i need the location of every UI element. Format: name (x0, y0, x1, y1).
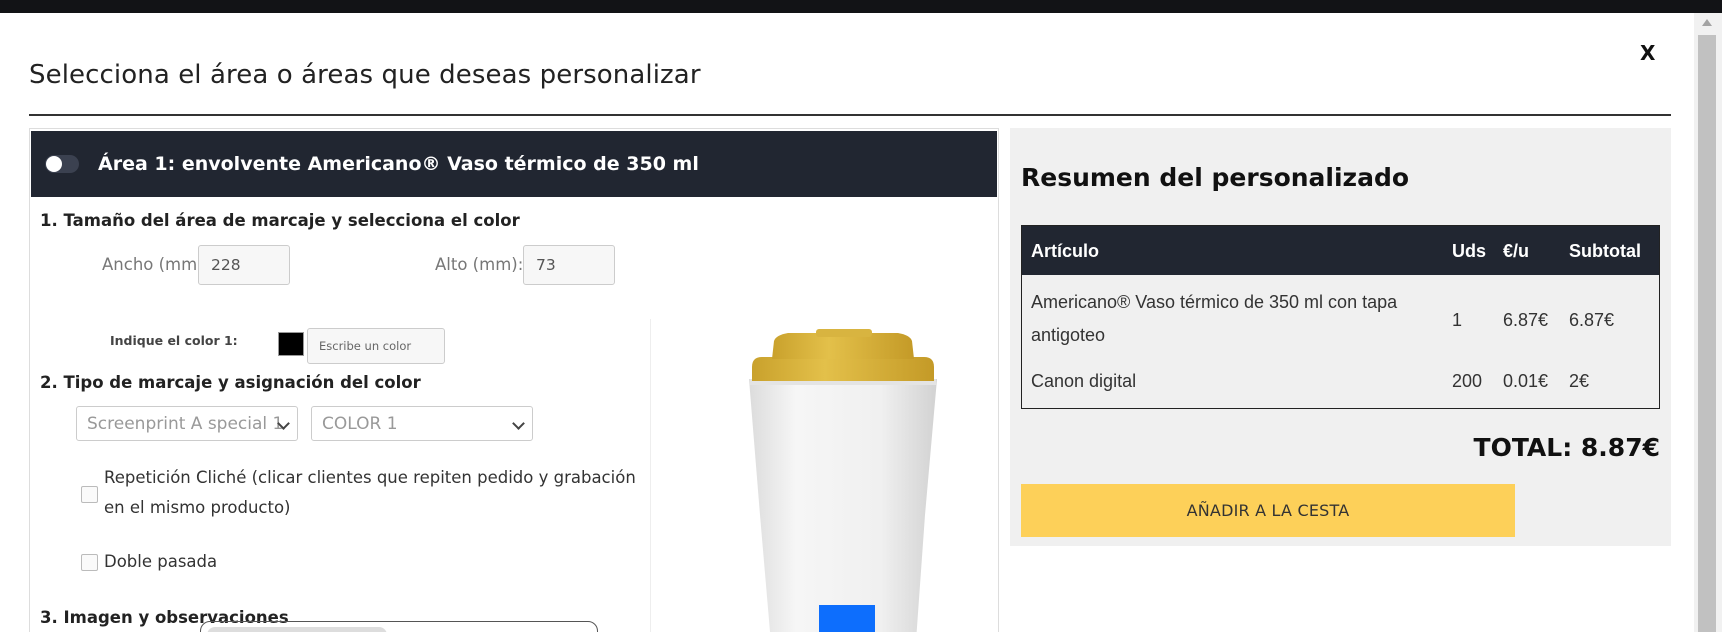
col-unit-price: €/u (1503, 241, 1530, 261)
color-text-input[interactable]: Escribe un color (307, 328, 445, 364)
row-1-units: 1 (1452, 310, 1463, 330)
width-input[interactable]: 228 (198, 245, 290, 285)
title-divider (29, 114, 1671, 116)
add-to-cart-button[interactable]: AÑADIR A LA CESTA (1021, 484, 1515, 537)
row-1-article: Americano® Vaso térmico de 350 ml con ta… (1031, 292, 1398, 345)
double-pass-checkbox[interactable] (81, 554, 98, 571)
section-size-title: 1. Tamaño del área de marcaje y seleccio… (40, 211, 520, 230)
color-assign-value: COLOR 1 (322, 413, 398, 434)
area-title: Área 1: envolvente Americano® Vaso térmi… (98, 153, 699, 175)
row-1-subtotal: 6.87€ (1569, 310, 1615, 330)
scroll-up-arrow-icon[interactable] (1702, 19, 1712, 26)
row-2-article: Canon digital (1031, 371, 1137, 391)
color-assign-select[interactable]: COLOR 1 (311, 406, 533, 441)
cup-lid-base (752, 357, 934, 381)
file-upload-field[interactable] (200, 621, 598, 632)
col-units: Uds (1452, 241, 1487, 261)
cup-lid-spout (816, 329, 872, 337)
repeat-cliche-checkbox[interactable] (81, 486, 98, 503)
marking-type-value: Screenprint A special 1 (87, 413, 284, 434)
order-total: TOTAL: 8.87€ (1473, 433, 1660, 462)
row-2-units: 200 (1452, 371, 1483, 391)
height-input[interactable]: 73 (523, 245, 615, 285)
summary-table-header: Artículo Uds €/u Subtotal (1022, 226, 1659, 275)
file-choose-button[interactable] (207, 627, 387, 632)
modal-title: Selecciona el área o áreas que deseas pe… (29, 60, 701, 90)
row-2-subtotal: 2€ (1569, 371, 1590, 391)
row-1-unit-price: 6.87€ (1503, 310, 1549, 330)
summary-table: Artículo Uds €/u Subtotal Americano® Vas… (1021, 225, 1660, 409)
width-label: Ancho (mm): (102, 255, 210, 274)
color-swatch[interactable] (278, 332, 304, 356)
toggle-knob (46, 156, 62, 172)
scrollbar[interactable] (1694, 13, 1722, 632)
color-1-label: Indique el color 1: (110, 333, 238, 348)
summary-panel: Resumen del personalizado Artículo Uds €… (1010, 128, 1671, 546)
summary-title: Resumen del personalizado (1021, 163, 1410, 192)
row-2-unit-price: 0.01€ (1503, 371, 1549, 391)
area-toggle[interactable] (45, 155, 79, 173)
height-label: Alto (mm): (435, 255, 524, 274)
marking-type-select[interactable]: Screenprint A special 1 (76, 406, 298, 441)
col-article: Artículo (1031, 241, 1100, 261)
close-button[interactable]: X (1640, 41, 1655, 65)
preview-divider (650, 319, 651, 632)
area-panel: Área 1: envolvente Americano® Vaso térmi… (29, 128, 999, 632)
product-preview-image (749, 329, 937, 632)
cup-body (749, 379, 937, 632)
col-subtotal: Subtotal (1569, 241, 1641, 261)
area-header: Área 1: envolvente Americano® Vaso térmi… (31, 131, 997, 197)
chevron-down-icon (512, 417, 525, 430)
repeat-cliche-label: Repetición Cliché (clicar clientes que r… (104, 468, 636, 517)
double-pass-label: Doble pasada (104, 552, 218, 571)
section-marking-title: 2. Tipo de marcaje y asignación del colo… (40, 373, 421, 392)
scrollbar-thumb[interactable] (1698, 35, 1716, 632)
marking-area (819, 605, 875, 632)
customization-modal: Selecciona el área o áreas que deseas pe… (0, 13, 1694, 632)
